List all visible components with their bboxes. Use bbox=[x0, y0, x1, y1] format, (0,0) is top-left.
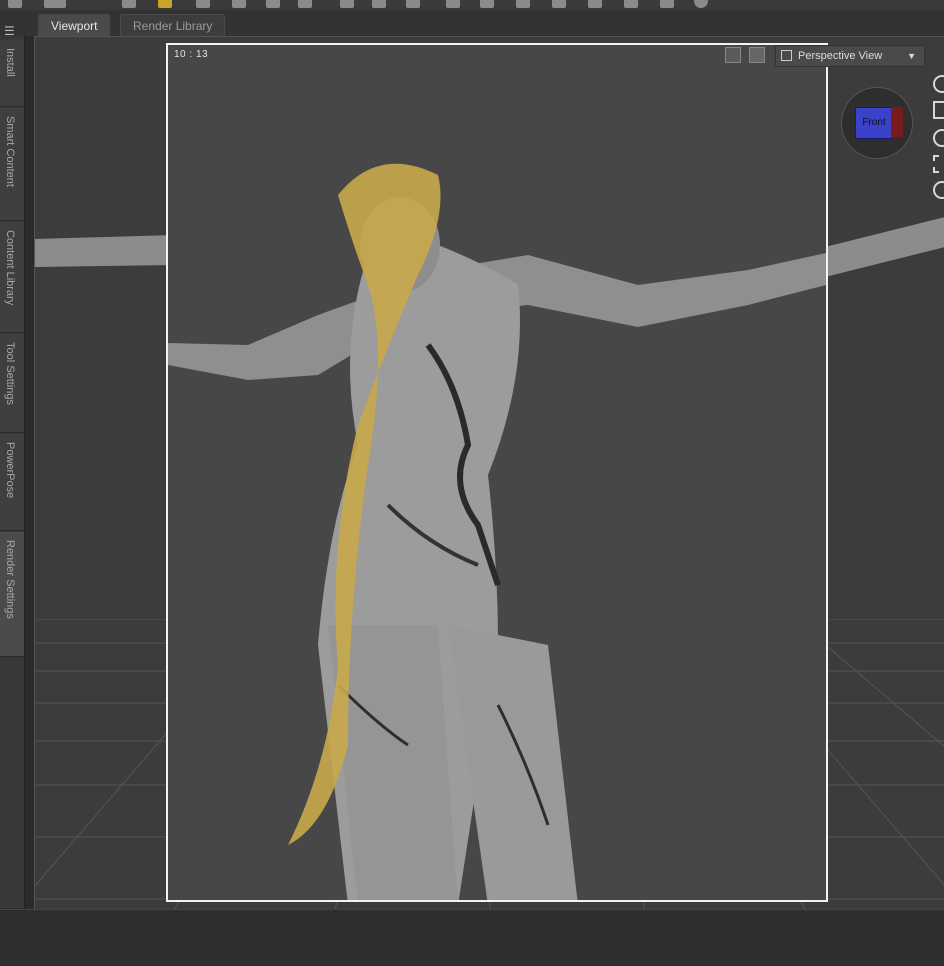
view-cube-icon[interactable]: Front bbox=[841, 87, 913, 159]
toolbar-icon[interactable] bbox=[8, 0, 22, 8]
render-frame: 10 : 13 bbox=[166, 43, 828, 902]
toolbar-icon[interactable] bbox=[232, 0, 246, 8]
frame-icon[interactable] bbox=[933, 155, 944, 173]
side-tab-powerpose[interactable]: PowerPose bbox=[0, 434, 24, 531]
toolbar-icon[interactable] bbox=[196, 0, 210, 8]
side-tab-tool-settings[interactable]: Tool Settings bbox=[0, 334, 24, 433]
view-mode-label: Perspective View bbox=[798, 50, 883, 62]
toolbar-icon[interactable] bbox=[44, 0, 66, 8]
side-tab-install[interactable]: Install bbox=[0, 40, 24, 107]
cube-front-face[interactable]: Front bbox=[855, 107, 893, 139]
toolbar-icon[interactable] bbox=[660, 0, 674, 8]
orbit-icon[interactable] bbox=[933, 75, 944, 93]
chevron-down-icon: ▼ bbox=[907, 51, 916, 61]
toolbar-icon[interactable] bbox=[340, 0, 354, 8]
rendered-figure bbox=[168, 163, 826, 900]
view-mode-select[interactable]: Perspective View ▼ bbox=[775, 45, 925, 67]
tab-bar: ☰ Viewport Render Library bbox=[0, 10, 944, 38]
toolbar-icon[interactable] bbox=[588, 0, 602, 8]
viewport[interactable]: 10 : 13 Perspective View ▼ Front bbox=[34, 36, 944, 910]
aux-view-icon[interactable] bbox=[725, 47, 741, 63]
toolbar-icon[interactable] bbox=[552, 0, 566, 8]
toolbar-icon[interactable] bbox=[372, 0, 386, 8]
figure-arm-left bbox=[35, 235, 175, 267]
reset-view-icon[interactable] bbox=[933, 181, 944, 199]
zoom-icon[interactable] bbox=[933, 129, 944, 147]
frame-icon bbox=[781, 50, 792, 61]
pan-icon[interactable] bbox=[933, 101, 944, 119]
side-tab-content-library[interactable]: Content Library bbox=[0, 222, 24, 333]
toolbar-icon[interactable] bbox=[298, 0, 312, 8]
toolbar-icon[interactable] bbox=[694, 0, 708, 8]
side-tab-smart-content[interactable]: Smart Content bbox=[0, 108, 24, 221]
tab-render-library[interactable]: Render Library bbox=[120, 14, 226, 37]
toolbar-icon[interactable] bbox=[480, 0, 494, 8]
toolbar-icon[interactable] bbox=[624, 0, 638, 8]
tab-viewport[interactable]: Viewport bbox=[38, 14, 111, 37]
toolbar-icon[interactable] bbox=[516, 0, 530, 8]
toolbar-icon[interactable] bbox=[446, 0, 460, 8]
toolbar-icon[interactable] bbox=[406, 0, 420, 8]
status-bar bbox=[0, 909, 944, 966]
side-panel-tabs: Install Smart Content Content Library To… bbox=[0, 36, 25, 908]
camera-icon[interactable] bbox=[749, 47, 765, 63]
toolbar-icon[interactable] bbox=[122, 0, 136, 8]
figure-arm-right bbox=[825, 217, 944, 277]
cube-side-face[interactable] bbox=[891, 107, 903, 137]
side-tab-render-settings[interactable]: Render Settings bbox=[0, 532, 24, 657]
toolbar-icon[interactable] bbox=[266, 0, 280, 8]
toolbar-icon[interactable] bbox=[158, 0, 172, 8]
